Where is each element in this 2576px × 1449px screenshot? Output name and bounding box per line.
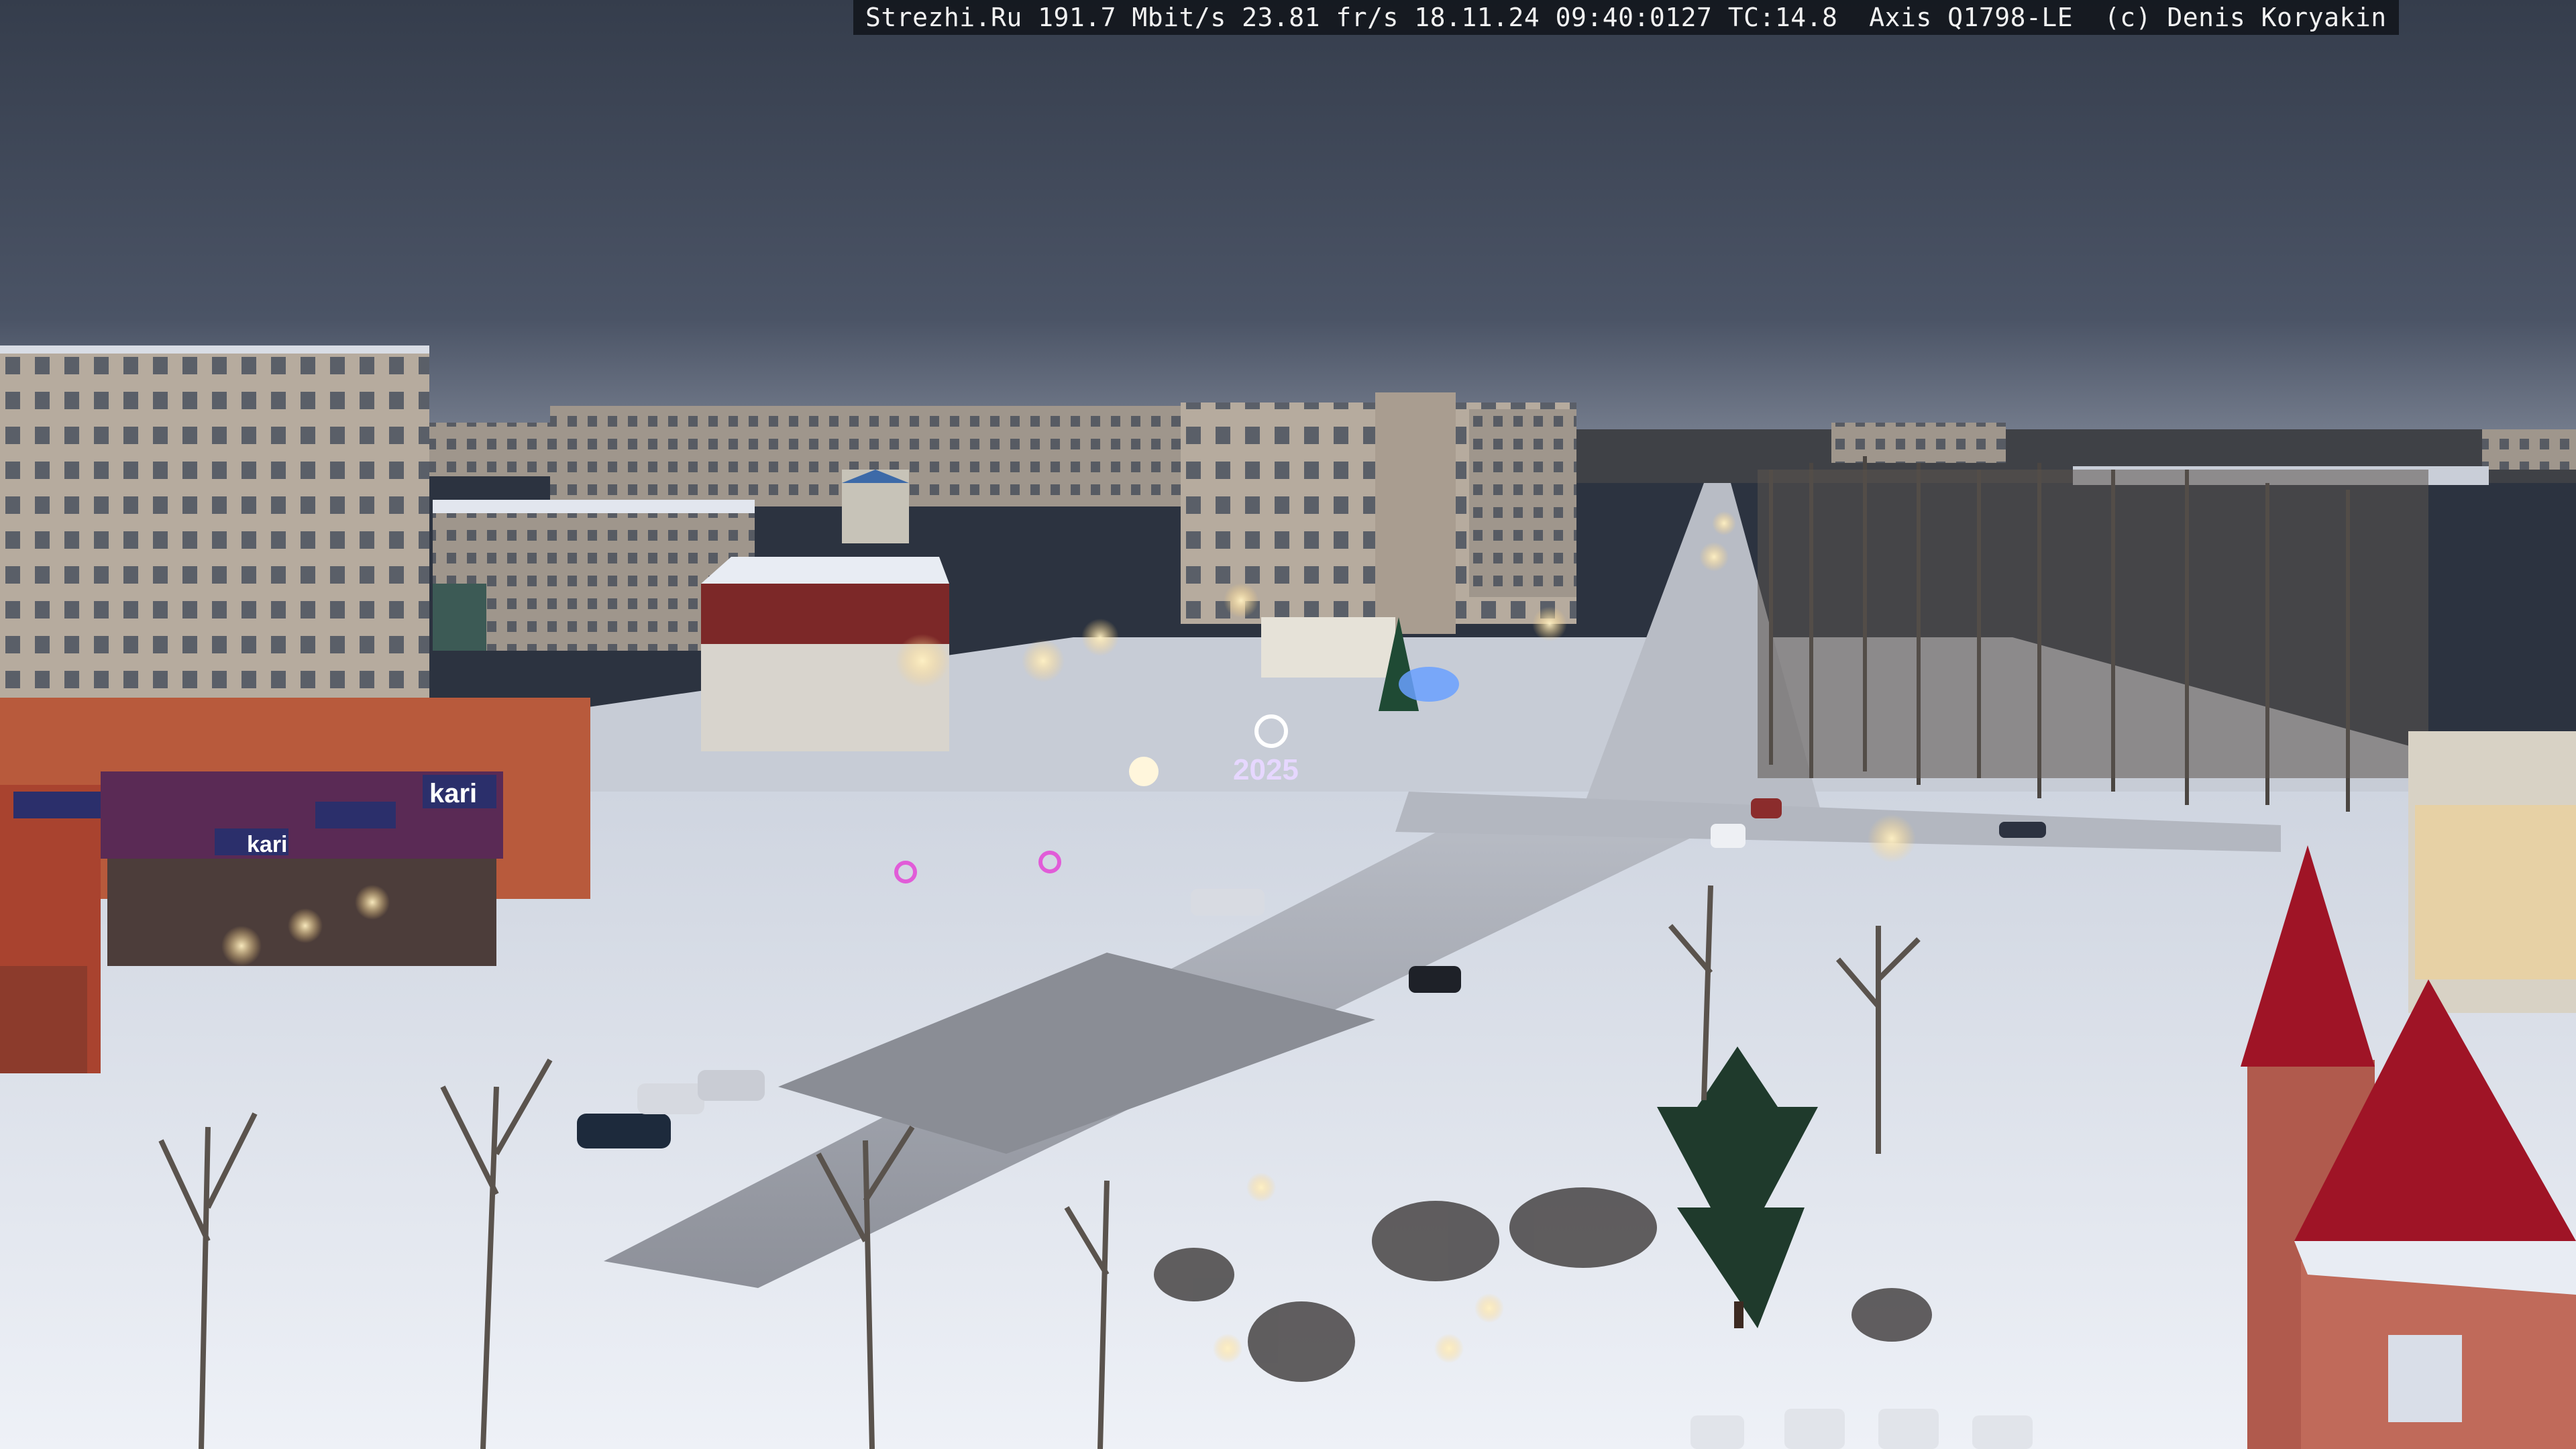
kari-sign-left: kari: [247, 832, 288, 857]
camera-info-overlay: Strezhi.Ru 191.7 Mbit/s 23.81 fr/s 18.11…: [853, 0, 2399, 35]
car-on-road: [1409, 966, 1461, 993]
parked-car: [577, 1114, 671, 1148]
new-year-2025-sign: 2025: [1233, 753, 1299, 786]
city-view: kari kari 2025: [0, 0, 2576, 1449]
forest-mass: [1758, 470, 2428, 778]
webcam-scene: kari kari 2025 Strezhi.Ru 191.7 Mbit/s 2…: [0, 0, 2576, 1449]
light-sculpture: [1129, 757, 1159, 786]
kari-sign-main: kari: [429, 779, 477, 808]
